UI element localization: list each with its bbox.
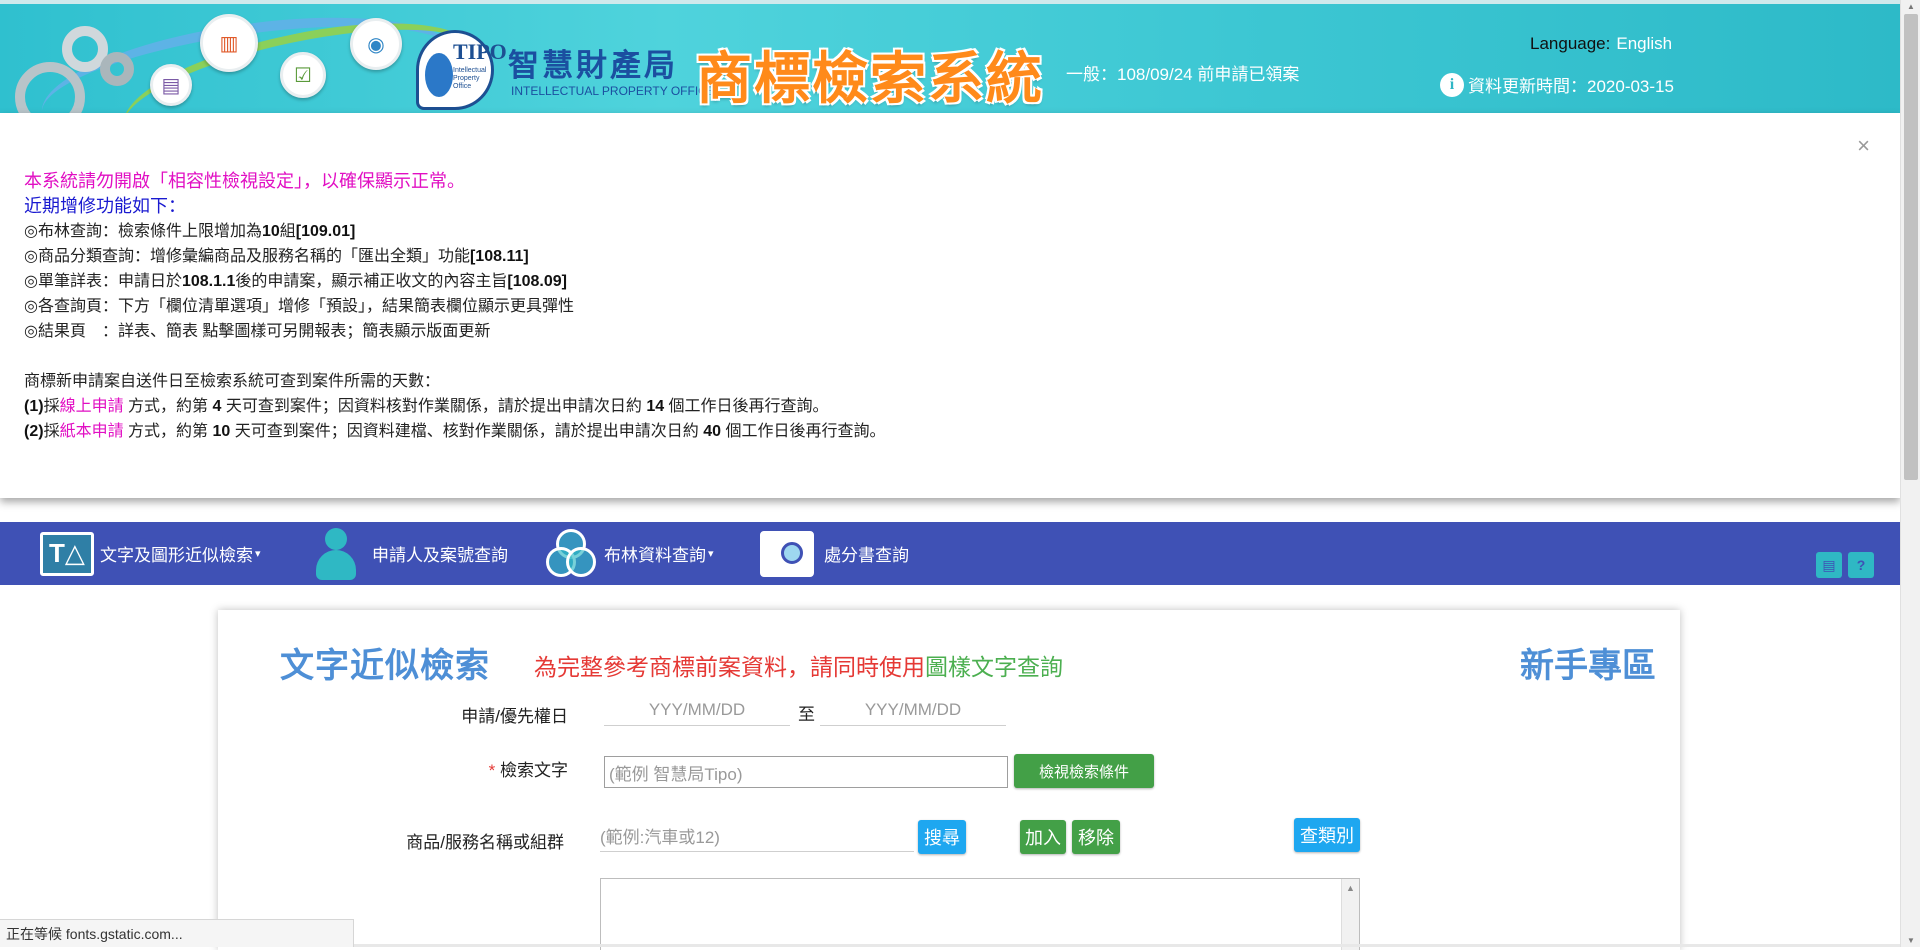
gear-icon: [100, 52, 134, 86]
required-marker: *: [489, 761, 496, 780]
system-title: 商標檢索系統: [696, 34, 1044, 113]
logo-swoosh: [425, 53, 453, 97]
venn-icon: [544, 527, 598, 581]
close-icon[interactable]: ×: [1857, 133, 1870, 159]
nav-text-image-search[interactable]: T△ 文字及圖形近似檢索▾: [40, 522, 261, 585]
book-search-icon: [760, 531, 814, 577]
language-label: Language:: [1530, 34, 1610, 53]
nav-right-tools: ▤ ?: [1816, 552, 1874, 578]
add-button[interactable]: 加入: [1020, 820, 1066, 854]
goods-selected-list[interactable]: [600, 878, 1360, 950]
caret-down-icon: ▾: [708, 547, 714, 560]
chart-icon: ▥: [200, 14, 258, 72]
update-item: ◎單筆詳表：申請日於108.1.1後的申請案，顯示補正收文的內容主旨[108.0…: [24, 269, 885, 294]
textarea-scrollbar[interactable]: [1341, 879, 1359, 950]
location-icon: ◉: [350, 18, 402, 70]
date-label: 申請/優先權日: [418, 702, 568, 727]
nav-label: 申請人及案號查詢: [372, 541, 508, 566]
compat-warning: 本系統請勿開啟「相容性檢視設定」，以確保顯示正常。: [24, 169, 885, 194]
scrollbar-thumb[interactable]: [1904, 14, 1918, 480]
language-link-english[interactable]: English: [1616, 34, 1672, 53]
days-item-paper: (2)採紙本申請 方式，約第 10 天可查到案件；因資料建檔、核對作業關係，請於…: [24, 419, 885, 444]
update-item: ◎結果頁 ：詳表、簡表 點擊圖樣可另開報表；簡表顯示版面更新: [24, 319, 885, 344]
language-switch: Language: English: [1530, 34, 1672, 54]
caret-down-icon: ▾: [255, 547, 261, 560]
announcement-panel: × 本系統請勿開啟「相容性檢視設定」，以確保顯示正常。 近期增修功能如下： ◎布…: [0, 113, 1900, 498]
scroll-down-icon[interactable]: ▼: [1907, 936, 1915, 945]
beginner-zone-link[interactable]: 新手專區: [1520, 638, 1656, 687]
text-shape-icon: T△: [40, 532, 94, 576]
view-conditions-button[interactable]: 檢視檢索條件: [1014, 754, 1154, 788]
goods-label: 商品/服務名稱或組群: [318, 828, 564, 853]
goods-input[interactable]: (範例:汽車或12): [600, 820, 914, 852]
contact-icon[interactable]: ▤: [1816, 552, 1842, 578]
page-scrollbar[interactable]: ▲ ▼: [1900, 0, 1920, 947]
keyword-input[interactable]: (範例 智慧局Tipo): [604, 756, 1008, 788]
header-banner: ▤ ▥ ☑ ◉ TIPO Intellectual Property Offic…: [0, 0, 1900, 113]
date-range-separator: 至: [798, 700, 815, 725]
checklist-icon: ☑: [280, 52, 326, 98]
update-item: ◎布林查詢：檢索條件上限增加為10組[109.01]: [24, 219, 885, 244]
days-title: 商標新申請案自送件日至檢索系統可查到案件所需的天數：: [24, 369, 885, 394]
recent-updates-title: 近期增修功能如下：: [24, 194, 885, 219]
document-icon: ▤: [150, 64, 192, 106]
image-text-search-link[interactable]: 圖樣文字查詢: [925, 654, 1063, 680]
logo-subtext: Intellectual Property Office: [453, 67, 491, 91]
nav-label: 處分書查詢: [824, 541, 909, 566]
org-name-zh: 智慧財產局: [508, 40, 678, 85]
update-time-label: 資料更新時間：2020-03-15: [1468, 72, 1674, 97]
header-notice: 一般：108/09/24 前申請已領案: [1066, 60, 1299, 85]
main-nav: T△ 文字及圖形近似檢索▾ 申請人及案號查詢 布林資料查詢▾ 處分書查詢 ▤ ?: [0, 522, 1900, 585]
page-subtitle: 為完整參考商標前案資料，請同時使用圖樣文字查詢: [534, 648, 1063, 682]
nav-label: 布林資料查詢: [604, 541, 706, 566]
search-card: 文字近似檢索 為完整參考商標前案資料，請同時使用圖樣文字查詢 新手專區 申請/優…: [218, 610, 1680, 950]
nav-applicant-search[interactable]: 申請人及案號查詢: [312, 522, 508, 585]
update-item: ◎各查詢頁：下方「欄位清單選項」增修「預設」，結果簡表欄位顯示更具彈性: [24, 294, 885, 319]
nav-label: 文字及圖形近似檢索: [100, 541, 253, 566]
nav-boolean-search[interactable]: 布林資料查詢▾: [544, 522, 714, 585]
info-icon: i: [1440, 73, 1464, 97]
announcement-body: 本系統請勿開啟「相容性檢視設定」，以確保顯示正常。 近期增修功能如下： ◎布林查…: [24, 169, 885, 444]
date-from-input[interactable]: YYY/MM/DD: [604, 694, 790, 726]
update-item: ◎商品分類查詢：增修彙編商品及服務名稱的「匯出全類」功能[108.11]: [24, 244, 885, 269]
days-item-online: (1)採線上申請 方式，約第 4 天可查到案件；因資料核對作業關係，請於提出申請…: [24, 394, 885, 419]
help-icon[interactable]: ?: [1848, 552, 1874, 578]
nav-disposition-search[interactable]: 處分書查詢: [760, 522, 909, 585]
browser-status-bar: 正在等候 fonts.gstatic.com...: [0, 919, 354, 947]
goods-search-button[interactable]: 搜尋: [918, 820, 966, 854]
class-lookup-button[interactable]: 查類別: [1294, 818, 1360, 852]
person-icon: [312, 528, 358, 580]
tipo-logo[interactable]: TIPO Intellectual Property Office: [416, 30, 494, 110]
date-to-input[interactable]: YYY/MM/DD: [820, 694, 1006, 726]
update-time: i 資料更新時間：2020-03-15: [1440, 72, 1674, 97]
logo-text: TIPO: [453, 39, 507, 65]
keyword-label: * 檢索文字: [418, 756, 568, 781]
org-name-en: INTELLECTUAL PROPERTY OFFICE: [511, 84, 715, 98]
scroll-up-icon[interactable]: ▲: [1907, 2, 1915, 11]
page-title: 文字近似檢索: [280, 638, 490, 687]
remove-button[interactable]: 移除: [1072, 820, 1120, 854]
